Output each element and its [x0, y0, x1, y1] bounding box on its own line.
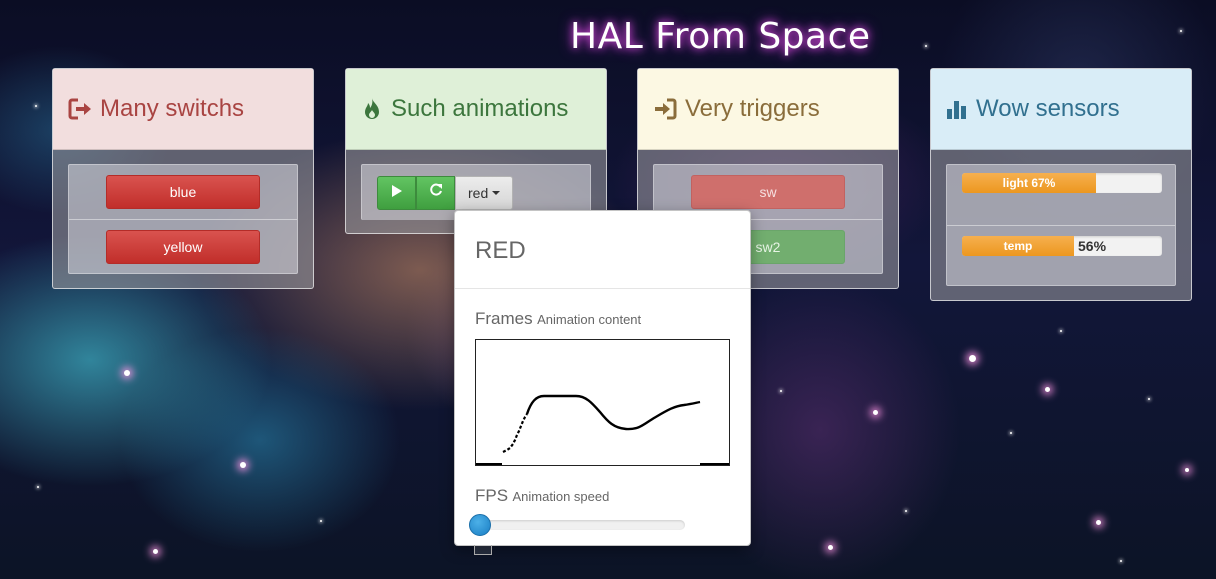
star [1010, 432, 1012, 434]
sensors-panel-title: Wow sensors [976, 95, 1120, 122]
animation-select-dropdown[interactable]: red [455, 175, 514, 210]
fps-label: FPS [475, 486, 509, 505]
page-title: HAL From Space [570, 16, 871, 57]
sensors-panel-heading: Wow sensors [931, 69, 1191, 150]
triggers-panel-heading: Very triggers [638, 69, 898, 150]
star [1045, 387, 1050, 392]
star [35, 105, 37, 107]
star [1060, 330, 1062, 332]
sign-out-icon [68, 98, 92, 120]
frames-label: Frames [475, 309, 533, 328]
switches-panel: Many switchs blue yellow [52, 68, 314, 289]
fps-hint: Animation speed [512, 489, 610, 504]
switches-panel-heading: Many switchs [53, 69, 313, 150]
play-icon [391, 184, 402, 202]
fps-slider[interactable] [469, 514, 685, 536]
popover-title: RED [455, 211, 750, 289]
animations-panel-heading: Such animations [346, 69, 606, 150]
sensor-bar-temp: temp [962, 236, 1074, 256]
sensor-progress-light: light 67% [962, 173, 1162, 193]
sensor-progress-temp: temp 56% [962, 236, 1162, 256]
star [124, 370, 130, 376]
switches-list: blue yellow [68, 164, 298, 274]
star [1096, 520, 1101, 525]
star [828, 545, 833, 550]
star [1148, 398, 1150, 400]
star [37, 486, 39, 488]
frames-hint: Animation content [537, 312, 642, 327]
switch-button-blue[interactable]: blue [106, 175, 260, 209]
star [780, 390, 782, 392]
star [905, 510, 907, 512]
star [320, 520, 322, 522]
sensor-bar-light: light 67% [962, 173, 1096, 193]
slider-tooltip-stub [474, 545, 492, 555]
animations-panel-title: Such animations [391, 95, 569, 122]
frames-label-group: Frames Animation content [475, 309, 730, 329]
star [240, 462, 246, 468]
star [1120, 560, 1122, 562]
star [153, 549, 158, 554]
star [1180, 30, 1182, 32]
refresh-button[interactable] [416, 175, 455, 210]
fps-label-group: FPS Animation speed [475, 486, 730, 506]
frames-canvas[interactable] [475, 339, 730, 466]
triggers-panel-title: Very triggers [685, 95, 820, 122]
refresh-icon [429, 183, 443, 202]
animation-popover: RED Frames Animation content FPS Animati… [454, 210, 751, 546]
star [873, 410, 878, 415]
play-button[interactable] [377, 175, 416, 210]
star [925, 45, 927, 47]
star [969, 355, 976, 362]
trigger-button-sw[interactable]: sw [691, 175, 845, 209]
animation-button-group: red [377, 175, 514, 210]
sensor-value-temp: 56% [1078, 238, 1107, 254]
switch-button-yellow[interactable]: yellow [106, 229, 260, 264]
sensors-list: light 67% temp 56% [946, 164, 1176, 286]
fps-slider-handle[interactable] [469, 514, 491, 536]
star [1185, 468, 1189, 472]
bar-chart-icon [946, 98, 968, 120]
switches-panel-title: Many switchs [100, 95, 245, 122]
caret-down-icon [492, 190, 501, 195]
sensors-panel: Wow sensors light 67% temp 56% [930, 68, 1192, 301]
fire-icon [361, 97, 383, 121]
animation-select-label: red [468, 184, 489, 201]
sign-in-icon [653, 98, 677, 120]
